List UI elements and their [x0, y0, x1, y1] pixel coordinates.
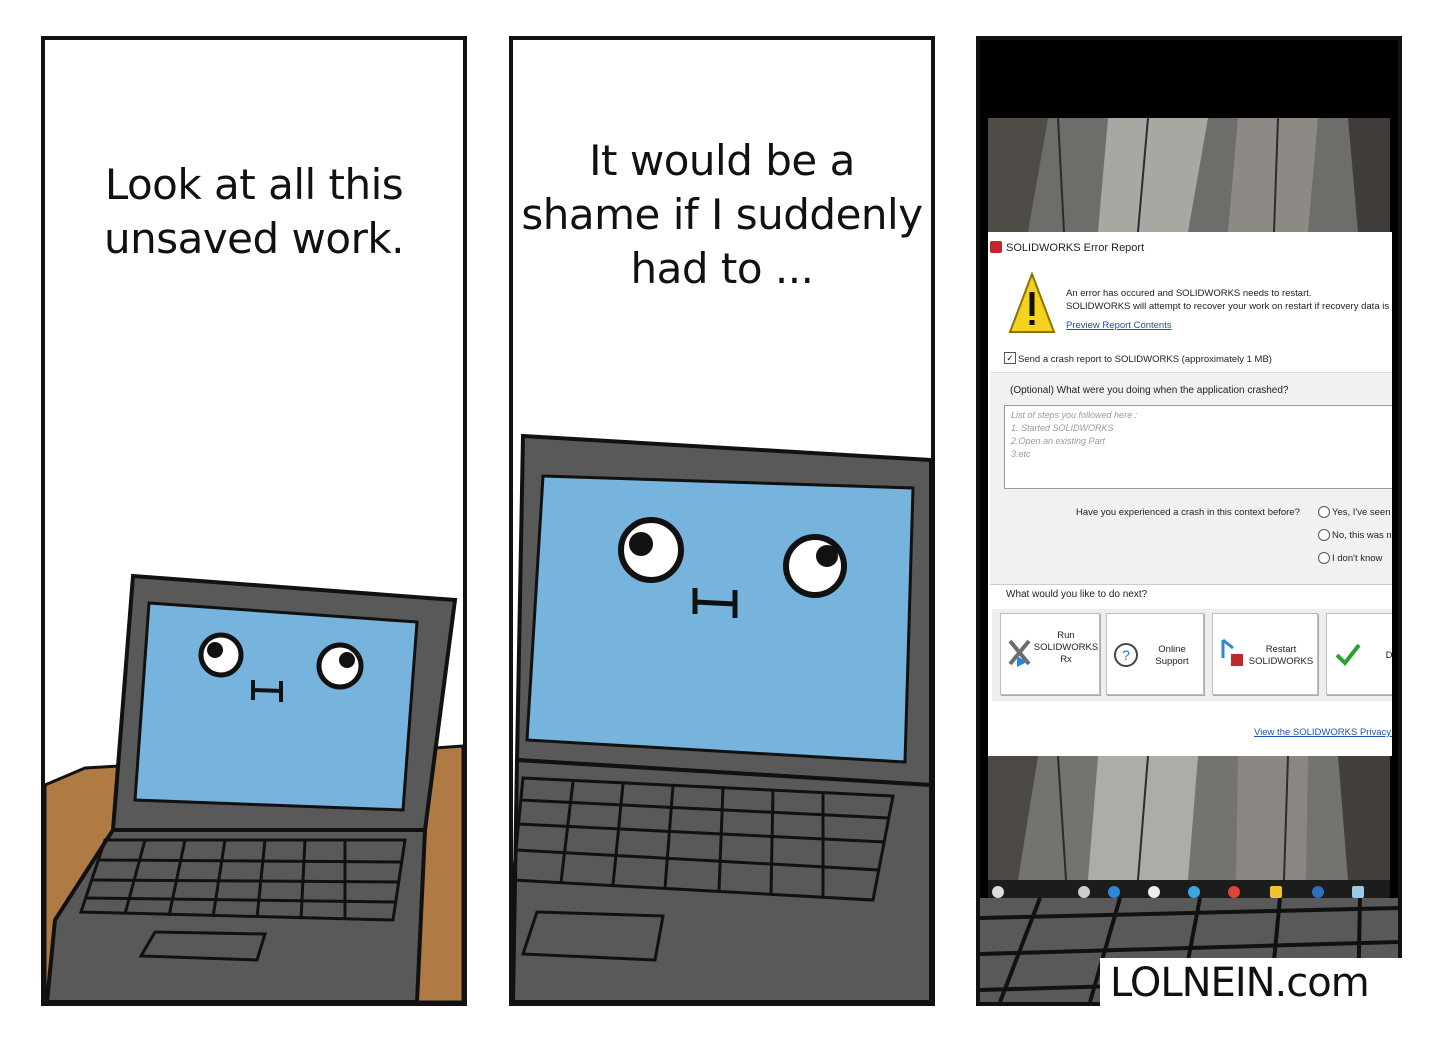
run-rx-label: Run SOLIDWORKS Rx — [1033, 630, 1099, 665]
laptop-illustration-small — [45, 573, 463, 1002]
left-pupil — [629, 532, 653, 556]
folder-icon[interactable] — [1270, 886, 1282, 898]
settings-icon[interactable] — [1078, 886, 1090, 898]
next-steps-section: What would you like to do next? Run SOLI… — [990, 584, 1392, 749]
chrome-icon[interactable] — [1228, 886, 1240, 898]
touchpad — [520, 910, 665, 962]
preview-report-link[interactable]: Preview Report Contents — [1066, 320, 1172, 331]
search-icon[interactable] — [992, 886, 1004, 898]
restart-icon — [1221, 638, 1243, 666]
feedback-section: (Optional) What were you doing when the … — [990, 372, 1392, 585]
warning-icon — [1008, 272, 1056, 333]
desktop-wallpaper-bottom — [988, 756, 1390, 880]
send-report-label: Send a crash report to SOLIDWORKS (appro… — [1018, 354, 1272, 365]
radio-no[interactable] — [1318, 529, 1330, 541]
error-message-line-2: SOLIDWORKS will attempt to recover your … — [1066, 301, 1392, 312]
solidworks-error-dialog: SOLIDWORKS Error Report An error has occ… — [988, 232, 1392, 756]
laptop-screen — [133, 601, 419, 812]
restart-label: Restart SOLIDWORKS — [1248, 644, 1314, 667]
windows-taskbar — [988, 880, 1390, 898]
store-icon[interactable] — [1148, 886, 1160, 898]
radio-dont-know[interactable] — [1318, 552, 1330, 564]
watermark-text: LOLNEIN.com — [1110, 960, 1370, 1006]
help-icon: ? — [1114, 643, 1138, 667]
comic-panel-3: SOLIDWORKS Error Report An error has occ… — [976, 36, 1402, 1006]
laptop-screen — [525, 474, 915, 764]
svg-text:?: ? — [1122, 647, 1130, 663]
dialog-title: SOLIDWORKS Error Report — [1006, 242, 1145, 254]
radio-no-label: No, this was n — [1332, 530, 1392, 541]
lolnein-watermark: LOLNEIN.com — [1100, 958, 1403, 1008]
checkmark-icon — [1335, 643, 1361, 666]
comic-panel-2: It would be a shame if I suddenly had to… — [509, 36, 935, 1006]
online-support-label: Online Support — [1155, 644, 1189, 667]
placeholder-line: 3.etc — [1011, 449, 1031, 459]
app-icon[interactable] — [1352, 886, 1364, 898]
right-pupil — [816, 545, 838, 567]
right-eye — [316, 642, 364, 690]
comic-panel-1: Look at all this unsaved work. — [41, 36, 467, 1006]
restart-button[interactable]: Restart SOLIDWORKS — [1212, 613, 1318, 695]
placeholder-line: 2.Open an existing Part — [1011, 436, 1106, 446]
desktop-wallpaper-top — [988, 118, 1390, 232]
privacy-link[interactable]: View the SOLIDWORKS Privacy Po — [1254, 727, 1392, 738]
optional-question: (Optional) What were you doing when the … — [1010, 385, 1289, 396]
next-question: What would you like to do next? — [1006, 589, 1148, 600]
right-pupil — [339, 652, 355, 668]
touchpad — [138, 930, 268, 962]
radio-yes[interactable] — [1318, 506, 1330, 518]
solidworks-app-icon — [990, 241, 1002, 253]
steps-textarea[interactable]: List of steps you followed here : 1. Sta… — [1004, 405, 1392, 489]
right-eye — [783, 534, 847, 598]
crash-context-question: Have you experienced a crash in this con… — [1076, 507, 1300, 518]
action-bar: Run SOLIDWORKS Rx ? Online Support Resta… — [992, 609, 1392, 701]
placeholder-line: 1. Started SOLIDWORKS — [1011, 423, 1114, 433]
error-message-line-1: An error has occured and SOLIDWORKS need… — [1066, 288, 1312, 299]
laptop-illustration-large — [513, 433, 931, 1002]
run-rx-button[interactable]: Run SOLIDWORKS Rx — [1000, 613, 1100, 695]
left-pupil — [207, 642, 223, 658]
radio-dont-know-label: I don't know — [1332, 553, 1383, 564]
online-support-button[interactable]: ? Online Support — [1106, 613, 1204, 695]
tools-icon — [1008, 639, 1031, 667]
browser-icon[interactable] — [1188, 886, 1200, 898]
placeholder-line: List of steps you followed here : — [1011, 410, 1138, 420]
radio-yes-label: Yes, I've seen it — [1332, 507, 1392, 518]
send-report-checkbox[interactable]: ✓ — [1004, 352, 1016, 364]
mail-icon[interactable] — [1312, 886, 1324, 898]
edge-icon[interactable] — [1108, 886, 1120, 898]
done-button[interactable]: D — [1326, 613, 1392, 695]
done-label: D — [1385, 650, 1392, 661]
